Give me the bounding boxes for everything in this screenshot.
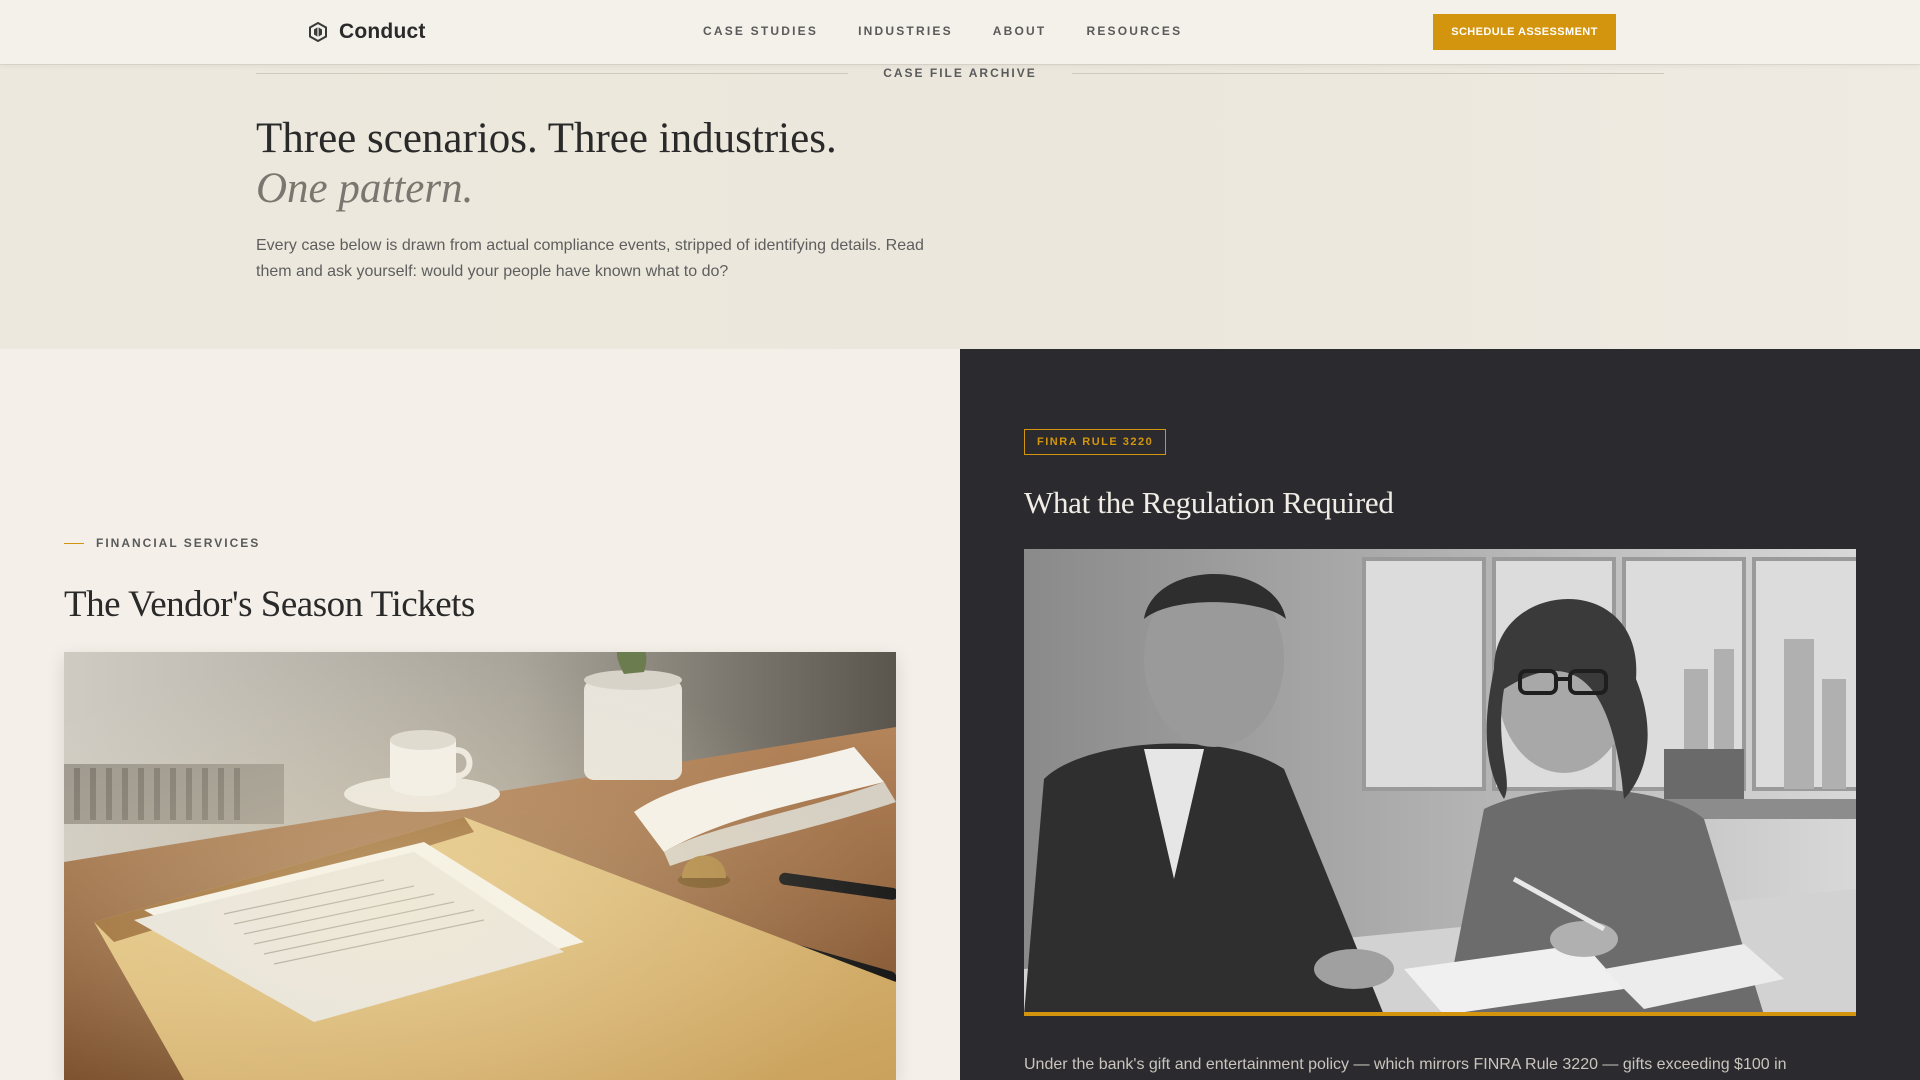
hero-title: Three scenarios. Three industries. (256, 115, 837, 162)
regulation-body: Under the bank's gift and entertainment … (1024, 1056, 1787, 1073)
case-panel: FINANCIAL SERVICES The Vendor's Season T… (0, 349, 960, 1080)
eyebrow-divider-right (1072, 73, 1664, 74)
colleagues-reviewing-document-illustration (1024, 549, 1856, 1015)
regulation-photo-colleagues (1024, 549, 1856, 1015)
nav-link-about[interactable]: ABOUT (993, 24, 1047, 38)
hero-eyebrow: CASE FILE ARCHIVE (883, 66, 1037, 80)
desk-envelope-illustration (64, 652, 896, 1080)
industry-label: FINANCIAL SERVICES (96, 536, 261, 550)
regulation-title: What the Regulation Required (1024, 485, 1394, 520)
industry-accent-line (64, 542, 84, 544)
case-photo-desk-envelope (64, 652, 896, 1080)
hero-section: CASE FILE ARCHIVE Three scenarios. Three… (0, 64, 1920, 349)
nav-link-resources[interactable]: RESOURCES (1086, 24, 1182, 38)
regulation-panel: FINRA RULE 3220 What the Regulation Requ… (960, 349, 1920, 1080)
hero-title-italic: One pattern. (256, 165, 474, 212)
regulation-badge: FINRA RULE 3220 (1024, 429, 1167, 455)
photo-accent-bar (1024, 1012, 1856, 1016)
hero-description: Every case below is drawn from actual co… (256, 237, 924, 280)
nav-link-industries[interactable]: INDUSTRIES (858, 24, 953, 38)
eyebrow-divider-left (256, 73, 848, 74)
nav-link-case-studies[interactable]: CASE STUDIES (703, 24, 818, 38)
brand-name: Conduct (339, 20, 426, 43)
nav-links: CASE STUDIES INDUSTRIES ABOUT RESOURCES (703, 24, 1182, 38)
top-navigation: Conduct CASE STUDIES INDUSTRIES ABOUT RE… (0, 0, 1920, 64)
schedule-assessment-button[interactable]: SCHEDULE ASSESSMENT (1433, 14, 1616, 50)
brand-logo[interactable]: Conduct (309, 20, 426, 44)
case-title: The Vendor's Season Tickets (64, 584, 475, 625)
industry-tag: FINANCIAL SERVICES (64, 536, 260, 550)
hexagon-logo-icon (309, 22, 327, 42)
